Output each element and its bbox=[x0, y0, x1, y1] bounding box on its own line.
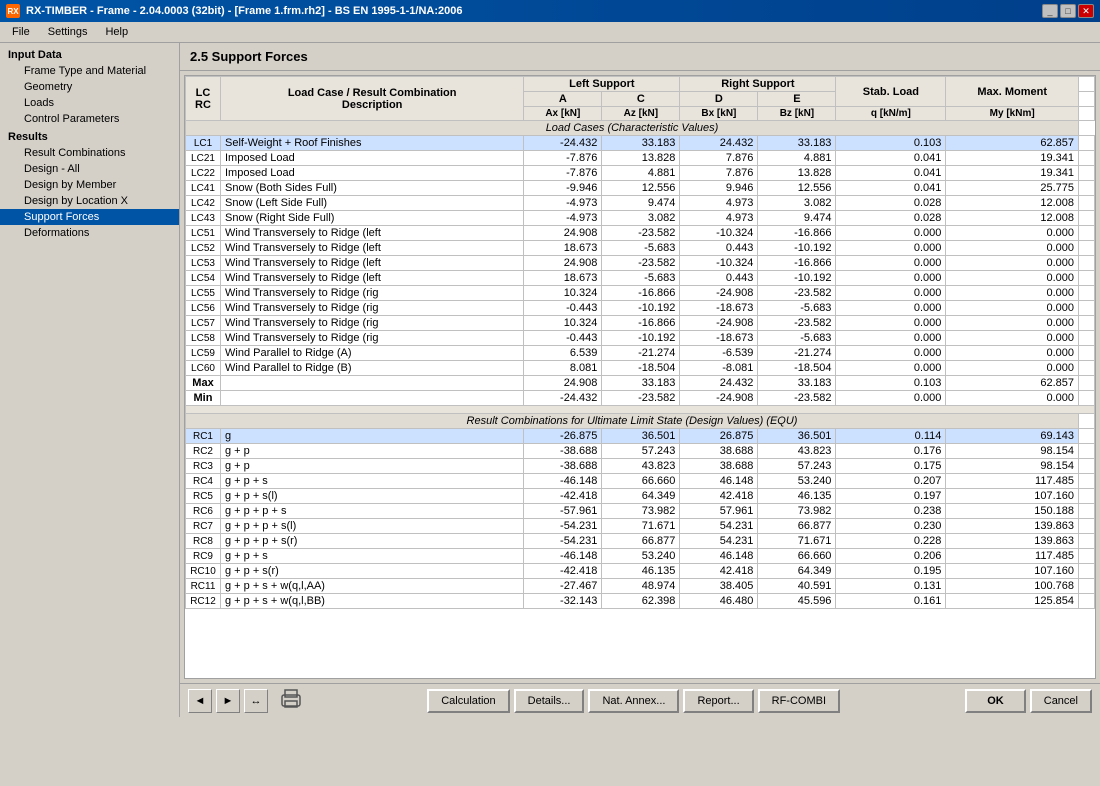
prev-button[interactable]: ◄ bbox=[188, 689, 212, 713]
lc-row: LC41 Snow (Both Sides Full) -9.946 12.55… bbox=[186, 181, 1095, 196]
title-bar: RX RX-TIMBER - Frame - 2.04.0003 (32bit)… bbox=[0, 0, 1100, 22]
lc-row: LC1 Self-Weight + Roof Finishes -24.432 … bbox=[186, 136, 1095, 151]
lc-row: LC56 Wind Transversely to Ridge (rig -0.… bbox=[186, 301, 1095, 316]
rf-combi-button[interactable]: RF-COMBI bbox=[758, 689, 840, 713]
bz-header: E bbox=[758, 92, 836, 107]
lc-row: LC42 Snow (Left Side Full) -4.973 9.474 … bbox=[186, 196, 1095, 211]
sidebar-results-section: Results Result Combinations Design - All… bbox=[0, 129, 179, 241]
menu-settings[interactable]: Settings bbox=[40, 24, 96, 40]
support-forces-table: LCRC Load Case / Result CombinationDescr… bbox=[185, 76, 1095, 609]
rc-row: RC7 g + p + p + s(l) -54.231 71.671 54.2… bbox=[186, 519, 1095, 534]
rc-row: RC4 g + p + s -46.148 66.660 46.148 53.2… bbox=[186, 474, 1095, 489]
max-moment-header: Max. Moment bbox=[946, 77, 1079, 107]
lc-row: LC59 Wind Parallel to Ridge (A) 6.539 -2… bbox=[186, 346, 1095, 361]
lc-row: LC57 Wind Transversely to Ridge (rig 10.… bbox=[186, 316, 1095, 331]
az-unit-header: Az [kN] bbox=[602, 107, 680, 121]
menu-bar: File Settings Help bbox=[0, 22, 1100, 43]
my-unit-header: My [kNm] bbox=[946, 107, 1079, 121]
lc-row: LC55 Wind Transversely to Ridge (rig 10.… bbox=[186, 286, 1095, 301]
rc-row: RC2 g + p -38.688 57.243 38.688 43.823 0… bbox=[186, 444, 1095, 459]
main-layout: Input Data Frame Type and Material Geome… bbox=[0, 43, 1100, 717]
rc-row: RC11 g + p + s + w(q,l,AA) -27.467 48.97… bbox=[186, 579, 1095, 594]
sidebar-item-result-combinations[interactable]: Result Combinations bbox=[0, 145, 179, 161]
window-title: RX-TIMBER - Frame - 2.04.0003 (32bit) - … bbox=[26, 5, 462, 17]
lc-row: LC52 Wind Transversely to Ridge (left 18… bbox=[186, 241, 1095, 256]
bx-header: D bbox=[680, 92, 758, 107]
lc-row: LC53 Wind Transversely to Ridge (left 24… bbox=[186, 256, 1095, 271]
app-icon: RX bbox=[6, 4, 20, 18]
report-button[interactable]: Report... bbox=[683, 689, 753, 713]
sidebar-item-support-forces[interactable]: Support Forces bbox=[0, 209, 179, 225]
sidebar-item-deformations[interactable]: Deformations bbox=[0, 225, 179, 241]
table-container[interactable]: LCRC Load Case / Result CombinationDescr… bbox=[184, 75, 1096, 679]
lc-row: LC22 Imposed Load -7.876 4.881 7.876 13.… bbox=[186, 166, 1095, 181]
menu-file[interactable]: File bbox=[4, 24, 38, 40]
ok-button[interactable]: OK bbox=[965, 689, 1026, 713]
sidebar-item-loads[interactable]: Loads bbox=[0, 95, 179, 111]
lc-row: LC60 Wind Parallel to Ridge (B) 8.081 -1… bbox=[186, 361, 1095, 376]
maximize-button[interactable]: □ bbox=[1060, 4, 1076, 18]
sidebar-input-section: Input Data Frame Type and Material Geome… bbox=[0, 47, 179, 127]
toolbar-left: ◄ ► ↔ bbox=[188, 688, 302, 713]
rc-row: RC3 g + p -38.688 43.823 38.688 57.243 0… bbox=[186, 459, 1095, 474]
sidebar-results-title: Results bbox=[0, 129, 179, 145]
minimize-button[interactable]: _ bbox=[1042, 4, 1058, 18]
bottom-toolbar: ◄ ► ↔ Calculation Details... Nat. Annex.… bbox=[180, 683, 1100, 717]
toolbar-center: Calculation Details... Nat. Annex... Rep… bbox=[427, 689, 840, 713]
calculation-button[interactable]: Calculation bbox=[427, 689, 509, 713]
ax-unit-header: Ax [kN] bbox=[524, 107, 602, 121]
rc-row: RC5 g + p + s(l) -42.418 64.349 42.418 4… bbox=[186, 489, 1095, 504]
lc-row: LC43 Snow (Right Side Full) -4.973 3.082… bbox=[186, 211, 1095, 226]
content-title: 2.5 Support Forces bbox=[180, 43, 1100, 71]
rc-row: RC8 g + p + p + s(r) -54.231 66.877 54.2… bbox=[186, 534, 1095, 549]
right-support-header: Right Support bbox=[680, 77, 836, 92]
lc-row: LC21 Imposed Load -7.876 13.828 7.876 4.… bbox=[186, 151, 1095, 166]
sidebar-item-frame-type[interactable]: Frame Type and Material bbox=[0, 63, 179, 79]
lc-row: LC54 Wind Transversely to Ridge (left 18… bbox=[186, 271, 1095, 286]
stab-load-header: Stab. Load bbox=[836, 77, 946, 107]
rc-row: RC6 g + p + p + s -57.961 73.982 57.961 … bbox=[186, 504, 1095, 519]
sidebar-item-geometry[interactable]: Geometry bbox=[0, 79, 179, 95]
rc-row: RC10 g + p + s(r) -42.418 46.135 42.418 … bbox=[186, 564, 1095, 579]
rc-row: RC9 g + p + s -46.148 53.240 46.148 66.6… bbox=[186, 549, 1095, 564]
sidebar-item-design-all[interactable]: Design - All bbox=[0, 161, 179, 177]
next-button[interactable]: ► bbox=[216, 689, 240, 713]
details-button[interactable]: Details... bbox=[514, 689, 585, 713]
fit-button[interactable]: ↔ bbox=[244, 689, 268, 713]
sidebar-item-design-location[interactable]: Design by Location X bbox=[0, 193, 179, 209]
desc-header: Load Case / Result CombinationDescriptio… bbox=[221, 77, 524, 121]
sidebar-item-control-params[interactable]: Control Parameters bbox=[0, 111, 179, 127]
ax-header: A bbox=[524, 92, 602, 107]
rc-row: RC1 g -26.875 36.501 26.875 36.501 0.114… bbox=[186, 429, 1095, 444]
q-unit-header: q [kN/m] bbox=[836, 107, 946, 121]
content-area: 2.5 Support Forces LCRC Load Case / Resu… bbox=[180, 43, 1100, 717]
menu-help[interactable]: Help bbox=[97, 24, 136, 40]
rc-row: RC12 g + p + s + w(q,l,BB) -32.143 62.39… bbox=[186, 594, 1095, 609]
left-support-header: Left Support bbox=[524, 77, 680, 92]
lc-row: LC51 Wind Transversely to Ridge (left 24… bbox=[186, 226, 1095, 241]
lc-row: LC58 Wind Transversely to Ridge (rig -0.… bbox=[186, 331, 1095, 346]
sidebar-input-title: Input Data bbox=[0, 47, 179, 63]
toolbar-right: OK Cancel bbox=[965, 689, 1092, 713]
close-button[interactable]: ✕ bbox=[1078, 4, 1094, 18]
min-row: Min -24.432 -23.582 -24.908 -23.582 0.00… bbox=[186, 391, 1095, 406]
cancel-button[interactable]: Cancel bbox=[1030, 689, 1092, 713]
nat-annex-button[interactable]: Nat. Annex... bbox=[588, 689, 679, 713]
bx-unit-header: Bx [kN] bbox=[680, 107, 758, 121]
print-icon bbox=[280, 688, 302, 710]
az-header: C bbox=[602, 92, 680, 107]
max-row: Max 24.908 33.183 24.432 33.183 0.103 62… bbox=[186, 376, 1095, 391]
sidebar: Input Data Frame Type and Material Geome… bbox=[0, 43, 180, 717]
bz-unit-header: Bz [kN] bbox=[758, 107, 836, 121]
sidebar-item-design-member[interactable]: Design by Member bbox=[0, 177, 179, 193]
lc-rc-header: LCRC bbox=[186, 77, 221, 121]
